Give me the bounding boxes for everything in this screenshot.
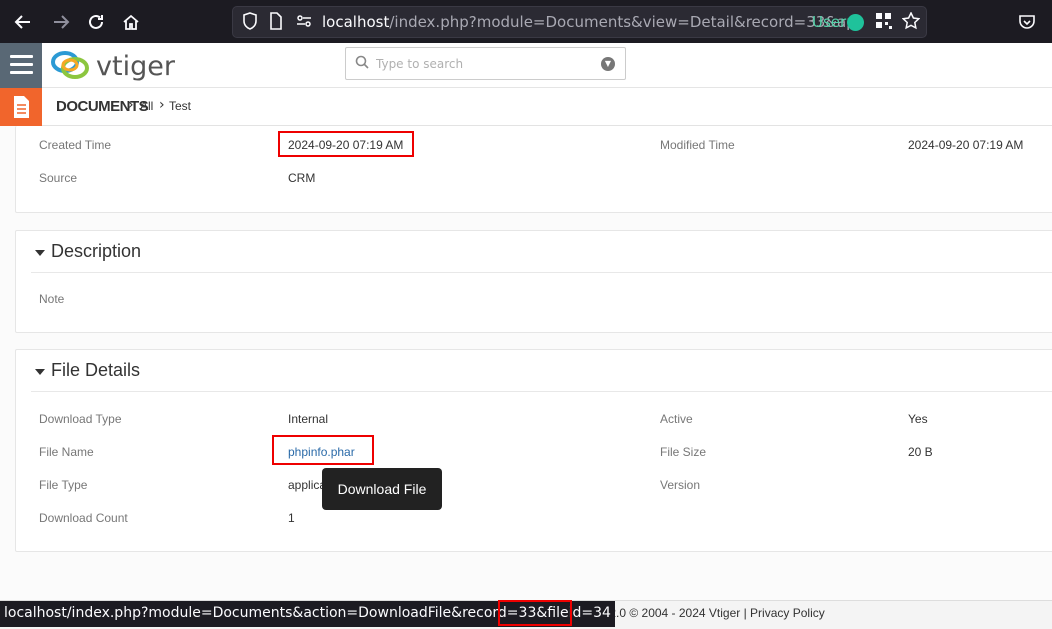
record-details-panel: Created Time 2024-09-20 07:19 AM Modifie… [15, 126, 1052, 213]
caret-down-icon[interactable] [35, 369, 45, 375]
modified-time-value: 2024-09-20 07:19 AM [908, 138, 1024, 152]
shield-icon[interactable] [242, 12, 258, 35]
caret-down-icon[interactable] [35, 250, 45, 256]
hamburger-menu-icon[interactable] [0, 43, 42, 88]
vtiger-logo[interactable]: vtiger [48, 46, 198, 84]
url-text[interactable]: localhost/index.php?module=Documents&vie… [322, 13, 856, 31]
chevron-down-icon[interactable]: ▼ [601, 57, 615, 71]
page-icon[interactable] [269, 12, 283, 35]
file-details-title: File Details [51, 360, 141, 380]
url-path: /index.php?module=Documents&view=Detail&… [389, 13, 856, 31]
file-name-highlight [272, 435, 374, 465]
created-time-label: Created Time [39, 138, 112, 152]
breadcrumb-module[interactable]: DOCUMENTS [56, 98, 149, 115]
download-count-value: 1 [288, 511, 295, 525]
download-file-tooltip: Download File [322, 468, 442, 510]
search-input[interactable] [376, 54, 591, 74]
search-icon [355, 55, 369, 73]
document-module-icon[interactable] [0, 88, 42, 126]
chevron-right-icon: › [128, 97, 134, 113]
description-title: Description [51, 241, 142, 261]
address-bar[interactable]: localhost/index.php?module=Documents&vie… [232, 6, 927, 38]
breadcrumb-all[interactable]: All [140, 99, 153, 113]
download-count-label: Download Count [39, 511, 128, 525]
note-label: Note [39, 292, 65, 306]
active-label: Active [660, 412, 693, 426]
source-label: Source [39, 171, 78, 185]
url-host: localhost [322, 13, 390, 31]
description-header[interactable]: Description [31, 231, 1052, 273]
home-icon[interactable] [117, 8, 145, 36]
file-size-value: 20 B [908, 445, 933, 459]
source-value: CRM [288, 171, 316, 185]
version-label: Version [660, 478, 701, 492]
user-status-dot [847, 14, 864, 31]
file-details-panel: File Details Download Type Internal Acti… [15, 349, 1052, 552]
global-search[interactable]: ▼ [345, 47, 626, 80]
logo-text: vtiger [96, 51, 176, 82]
forward-arrow-icon[interactable] [47, 8, 75, 36]
download-type-label: Download Type [39, 412, 122, 426]
chevron-right-icon: › [159, 97, 165, 113]
breadcrumb: DOCUMENTS › All › Test [0, 88, 1052, 126]
qr-code-icon[interactable] [875, 12, 892, 34]
download-type-value: Internal [288, 412, 329, 426]
back-arrow-icon[interactable] [9, 8, 37, 36]
file-size-label: File Size [660, 445, 707, 459]
bookmark-star-icon[interactable] [901, 11, 921, 35]
user-label[interactable]: User [812, 13, 846, 31]
file-details-header[interactable]: File Details [31, 350, 1052, 392]
breadcrumb-record: Test [169, 99, 192, 113]
file-type-label: File Type [39, 478, 88, 492]
active-value: Yes [908, 412, 928, 426]
created-time-highlight [278, 131, 414, 157]
browser-toolbar: localhost/index.php?module=Documents&vie… [0, 0, 1052, 43]
reload-icon[interactable] [82, 8, 110, 36]
pocket-icon[interactable] [1013, 8, 1041, 36]
file-name-label: File Name [39, 445, 94, 459]
fileid-highlight [498, 600, 572, 626]
description-panel: Description Note [15, 230, 1052, 333]
permissions-icon[interactable] [295, 12, 313, 35]
modified-time-label: Modified Time [660, 138, 735, 152]
